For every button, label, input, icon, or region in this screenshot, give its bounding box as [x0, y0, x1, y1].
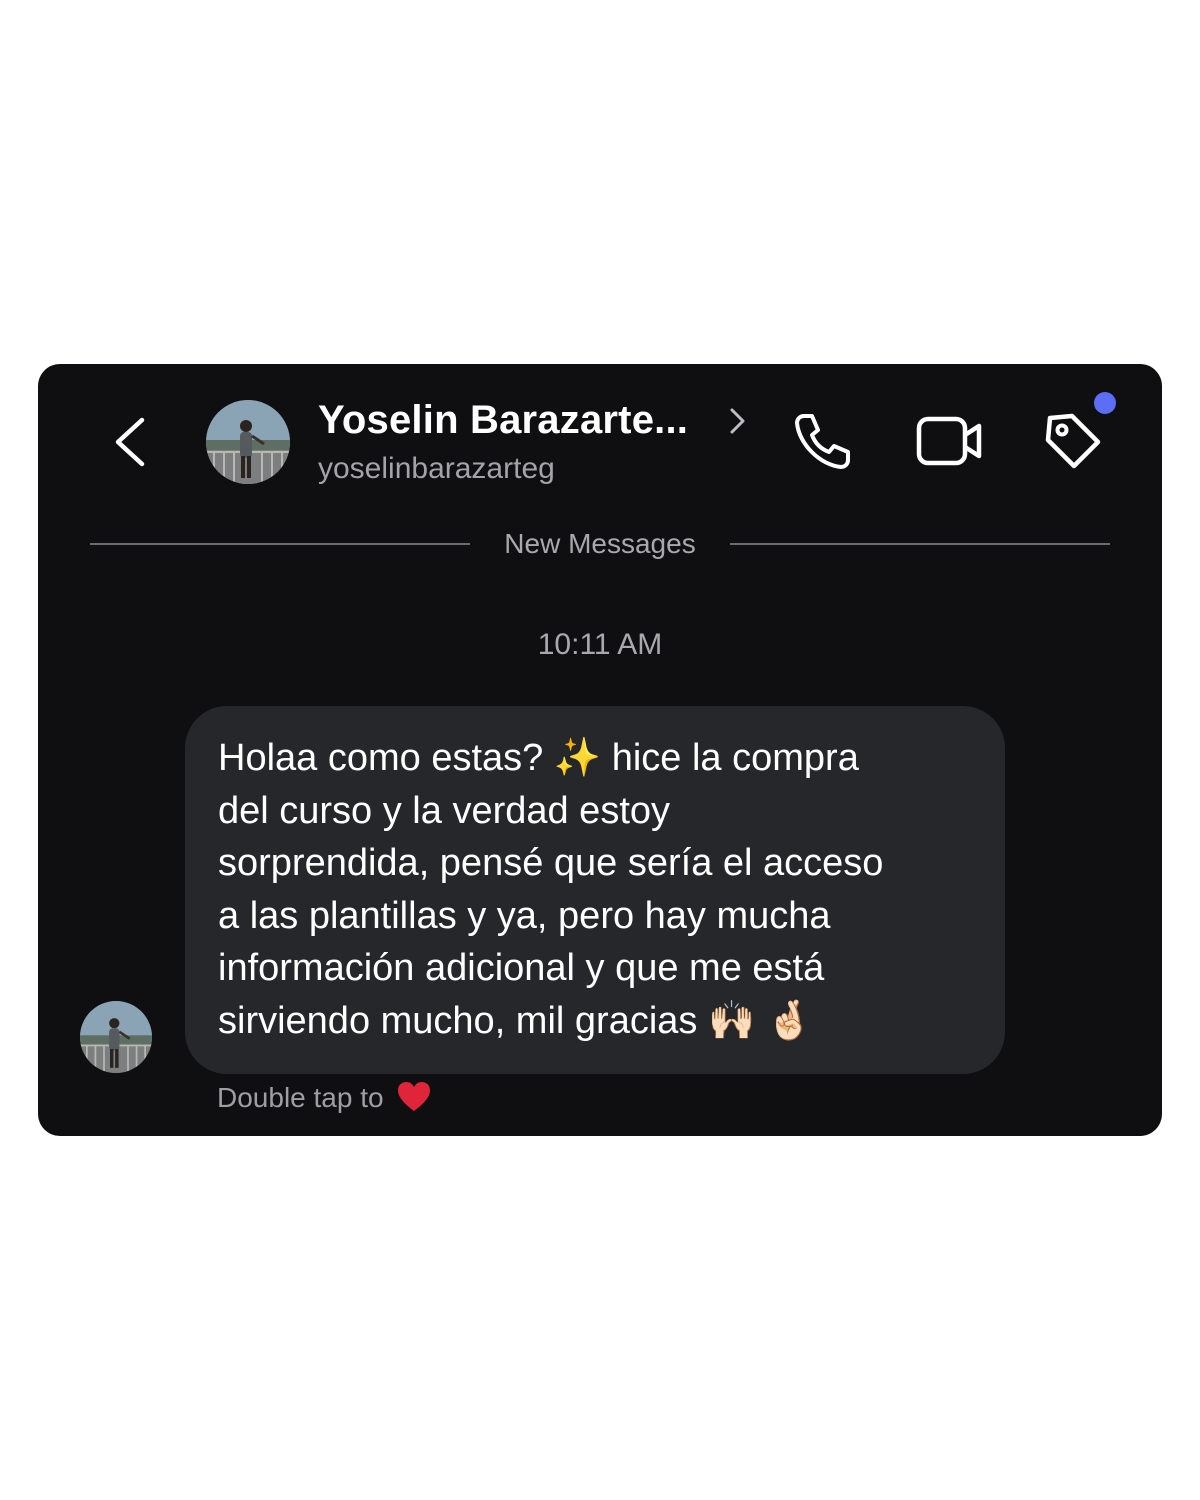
- message-line: del curso y la verdad estoy: [218, 789, 671, 832]
- profile-photo: [80, 1001, 152, 1073]
- message-line: información adicional y que me está: [218, 947, 825, 989]
- sender-avatar[interactable]: [80, 1001, 152, 1073]
- message-line: sirviendo mucho, mil gracias 🙌🏻 🤞🏻: [218, 999, 814, 1042]
- divider-line: [90, 543, 470, 545]
- divider-line: [730, 543, 1110, 545]
- new-messages-divider: New Messages: [504, 528, 696, 559]
- notification-dot: [1094, 392, 1116, 414]
- profile-photo: [206, 400, 290, 484]
- double-tap-text: Double tap to: [217, 1082, 384, 1113]
- phone-icon[interactable]: [790, 408, 856, 474]
- video-camera-icon[interactable]: [914, 408, 986, 474]
- message-line: Holaa como estas? ✨ hice la compra: [218, 737, 859, 779]
- double-tap-hint: Double tap to: [217, 1080, 432, 1114]
- message-timestamp: 10:11 AM: [537, 628, 663, 661]
- message-bubble[interactable]: Holaa como estas? ✨ hice la compra del c…: [185, 706, 1005, 1074]
- chevron-left-icon[interactable]: [108, 414, 154, 470]
- heart-icon[interactable]: [396, 1080, 432, 1114]
- message-line: sorprendida, pensé que sería el acceso: [218, 842, 884, 884]
- contact-username[interactable]: yoselinbarazarteg: [318, 452, 555, 486]
- contact-name[interactable]: Yoselin Barazarte...: [318, 398, 688, 443]
- message-text: Holaa como estas? ✨ hice la compra del c…: [218, 732, 998, 1047]
- message-line: a las plantillas y ya, pero hay mucha: [218, 894, 831, 937]
- chat-window: Yoselin Barazarte... yoselinbarazarteg N…: [38, 364, 1162, 1136]
- tag-icon[interactable]: [1040, 408, 1106, 474]
- avatar[interactable]: [206, 400, 290, 484]
- chevron-right-icon[interactable]: [726, 406, 748, 436]
